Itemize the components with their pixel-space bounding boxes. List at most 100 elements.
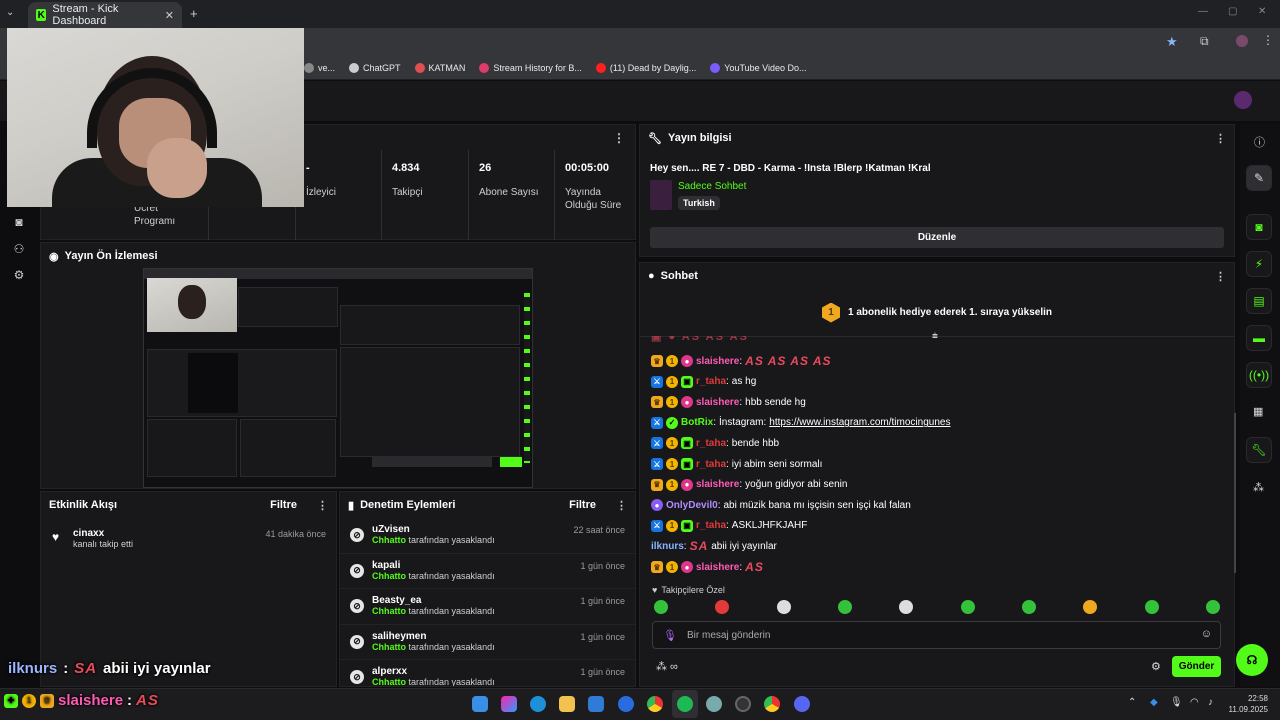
- activity-filter-button[interactable]: Filtre: [270, 499, 297, 511]
- chrome-icon[interactable]: [647, 696, 663, 712]
- emoji-picker-icon[interactable]: ☺: [1201, 628, 1212, 640]
- microphone-icon[interactable]: 🎙︎: [663, 629, 677, 642]
- chat-username[interactable]: r_taha: [696, 520, 726, 531]
- settings-gear-icon[interactable]: ⚙: [12, 268, 26, 282]
- chat-link[interactable]: https://www.instagram.com/timocingunes: [769, 417, 950, 428]
- edge-icon[interactable]: [530, 696, 546, 712]
- chat-message[interactable]: ♛ 1 ● slaishere: AS AS AS AS: [651, 353, 832, 369]
- chat-message[interactable]: ● OnlyDevil0: abi müzik bana mı işçisin se…: [651, 497, 911, 513]
- chat-rail-icon[interactable]: ▬: [1246, 325, 1272, 351]
- user-avatar[interactable]: [1234, 91, 1252, 109]
- bookmark-star-icon[interactable]: ★: [1166, 34, 1178, 50]
- new-tab-button[interactable]: +: [190, 6, 198, 21]
- moderation-item[interactable]: ⊘ Beasty_ea Chhatto tarafından yasaklandı 1…: [340, 589, 635, 625]
- users-icon[interactable]: ⚇: [12, 242, 26, 256]
- tray-mic-icon[interactable]: 🎙︎: [1170, 697, 1183, 708]
- chat-message[interactable]: ♛ 1 ● slaishere: hbb sende hg: [651, 394, 806, 410]
- chat-message[interactable]: ♛ 1 ● slaishere: AS: [651, 559, 764, 575]
- chat-message[interactable]: ⚔ 1 ▣ r_taha: as hg: [651, 374, 756, 390]
- chat-username[interactable]: OnlyDevil0: [666, 500, 718, 511]
- chat-scrollbar[interactable]: [1234, 413, 1236, 573]
- stream-info-menu-icon[interactable]: ⋮: [1215, 132, 1226, 145]
- app-icon[interactable]: [618, 696, 634, 712]
- emote-icon[interactable]: [715, 600, 730, 614]
- chat-username[interactable]: r_taha: [696, 438, 726, 449]
- edit-button[interactable]: Düzenle: [650, 227, 1224, 248]
- profile-avatar[interactable]: [1236, 35, 1248, 47]
- pinned-toggle-icon[interactable]: ⩧: [932, 331, 938, 342]
- emote-icon[interactable]: [654, 600, 668, 614]
- bookmark-item[interactable]: ChatGPT: [349, 62, 401, 73]
- activity-item[interactable]: ♥ cinaxx kanalı takip etti 41 dakika önce: [41, 518, 336, 554]
- moderation-item[interactable]: ⊘ saliheymen Chhatto tarafından yasaklandı…: [340, 625, 635, 660]
- chat-username[interactable]: slaishere: [696, 397, 739, 408]
- more-apps-icon[interactable]: ⁂: [1253, 481, 1264, 494]
- chat-message[interactable]: ⚔ 1 ▣ r_taha: bende hbb: [651, 435, 779, 451]
- emote-icon[interactable]: [960, 600, 975, 614]
- chat-message[interactable]: ⚔ 1 ▣ r_taha: ASKLJHFKJAHF: [651, 518, 807, 534]
- document-icon[interactable]: ▤: [1246, 288, 1272, 314]
- chat-username[interactable]: slaishere: [696, 356, 739, 367]
- camera-icon[interactable]: ◙: [12, 215, 26, 229]
- stream-preview[interactable]: [143, 268, 533, 488]
- bookmark-item[interactable]: ve...: [304, 62, 335, 73]
- bookmark-item[interactable]: KATMAN: [414, 62, 465, 73]
- emote-icon[interactable]: [1205, 600, 1220, 614]
- chat-username[interactable]: r_taha: [696, 459, 726, 470]
- emote-icon[interactable]: [1021, 600, 1036, 614]
- copilot-icon[interactable]: [501, 696, 517, 712]
- spotify-icon[interactable]: [677, 696, 693, 712]
- edit-pencil-icon[interactable]: ✎: [1246, 165, 1272, 191]
- tab-close-icon[interactable]: ✕: [165, 9, 174, 22]
- moderation-menu-icon[interactable]: ⋮: [616, 499, 627, 512]
- bookmark-item[interactable]: Stream History for B...: [479, 62, 582, 73]
- emote-icon[interactable]: [899, 600, 914, 614]
- start-button-icon[interactable]: [472, 696, 488, 712]
- moderation-item[interactable]: ⊘ alperxx Chhatto tarafından yasaklandı 1 g…: [340, 660, 635, 686]
- tray-clock[interactable]: 22:58 11.09.2025: [1228, 693, 1268, 715]
- chat-input[interactable]: 🎙︎ Bir mesaj gönderin ☺: [652, 621, 1221, 649]
- chat-tools-icon[interactable]: ⁂ ∞: [656, 660, 678, 673]
- preview-camera-icon[interactable]: ◙: [1246, 214, 1272, 240]
- bookmark-item[interactable]: (11) Dead by Daylig...: [595, 62, 696, 73]
- chat-message[interactable]: ilknurs: SA abii iyi yayınlar: [651, 538, 777, 554]
- file-explorer-icon[interactable]: [559, 696, 575, 712]
- chat-message[interactable]: ♛ 1 ● slaishere: yoğun gidiyor abi senin: [651, 477, 847, 493]
- emote-icon[interactable]: [837, 600, 852, 614]
- bookmark-item[interactable]: YouTube Video Do...: [710, 62, 807, 73]
- broadcast-icon[interactable]: ((•)): [1246, 362, 1272, 388]
- emote-icon[interactable]: [1144, 600, 1159, 614]
- gift-banner[interactable]: 1 1 abonelik hediye ederek 1. sıraya yük…: [640, 289, 1234, 337]
- chat-username[interactable]: BotRix: [681, 417, 713, 428]
- moderation-filter-button[interactable]: Filtre: [569, 499, 596, 511]
- chat-username[interactable]: r_taha: [696, 376, 726, 387]
- discord-icon[interactable]: [794, 696, 810, 712]
- minimize-icon[interactable]: —: [1198, 6, 1208, 17]
- settings-app-icon[interactable]: [706, 696, 722, 712]
- chat-message[interactable]: ⚔ 1 ▣ r_taha: iyi abim seni sormalı: [651, 456, 822, 472]
- layout-icon[interactable]: ▦: [1253, 405, 1263, 418]
- stats-menu-icon[interactable]: ⋮: [613, 131, 625, 145]
- extensions-icon[interactable]: ⧉: [1200, 34, 1209, 49]
- emote-icon[interactable]: [776, 600, 791, 614]
- window-close-icon[interactable]: ✕: [1258, 6, 1266, 17]
- tray-wifi-icon[interactable]: ◠: [1190, 697, 1199, 708]
- tray-volume-icon[interactable]: ♪: [1208, 697, 1213, 708]
- emote-icon[interactable]: [1083, 600, 1098, 614]
- chat-username[interactable]: ilknurs: [651, 541, 684, 552]
- tab-search-chevron-icon[interactable]: ⌄: [6, 7, 14, 18]
- send-button[interactable]: Gönder: [1172, 656, 1221, 677]
- browser-tab[interactable]: K Stream - Kick Dashboard ✕: [28, 2, 182, 28]
- tools-rail-icon[interactable]: 🔧︎: [1246, 437, 1272, 463]
- lightning-icon[interactable]: ⚡︎: [1246, 251, 1272, 277]
- moderation-item[interactable]: ⊘ uZvisen Chhatto tarafından yasaklandı 22 …: [340, 518, 635, 554]
- info-icon[interactable]: ⓘ: [1254, 134, 1265, 150]
- obs-icon[interactable]: [735, 696, 751, 712]
- chrome-profile-icon[interactable]: [764, 696, 780, 712]
- moderation-item[interactable]: ⊘ kapali Chhatto tarafından yasaklandı 1 gü…: [340, 554, 635, 589]
- activity-menu-icon[interactable]: ⋮: [317, 499, 328, 512]
- tray-chevron-icon[interactable]: ⌃: [1128, 697, 1136, 708]
- browser-menu-icon[interactable]: ⋮: [1262, 33, 1274, 47]
- store-icon[interactable]: [588, 696, 604, 712]
- chat-settings-icon[interactable]: ⚙: [1151, 660, 1161, 673]
